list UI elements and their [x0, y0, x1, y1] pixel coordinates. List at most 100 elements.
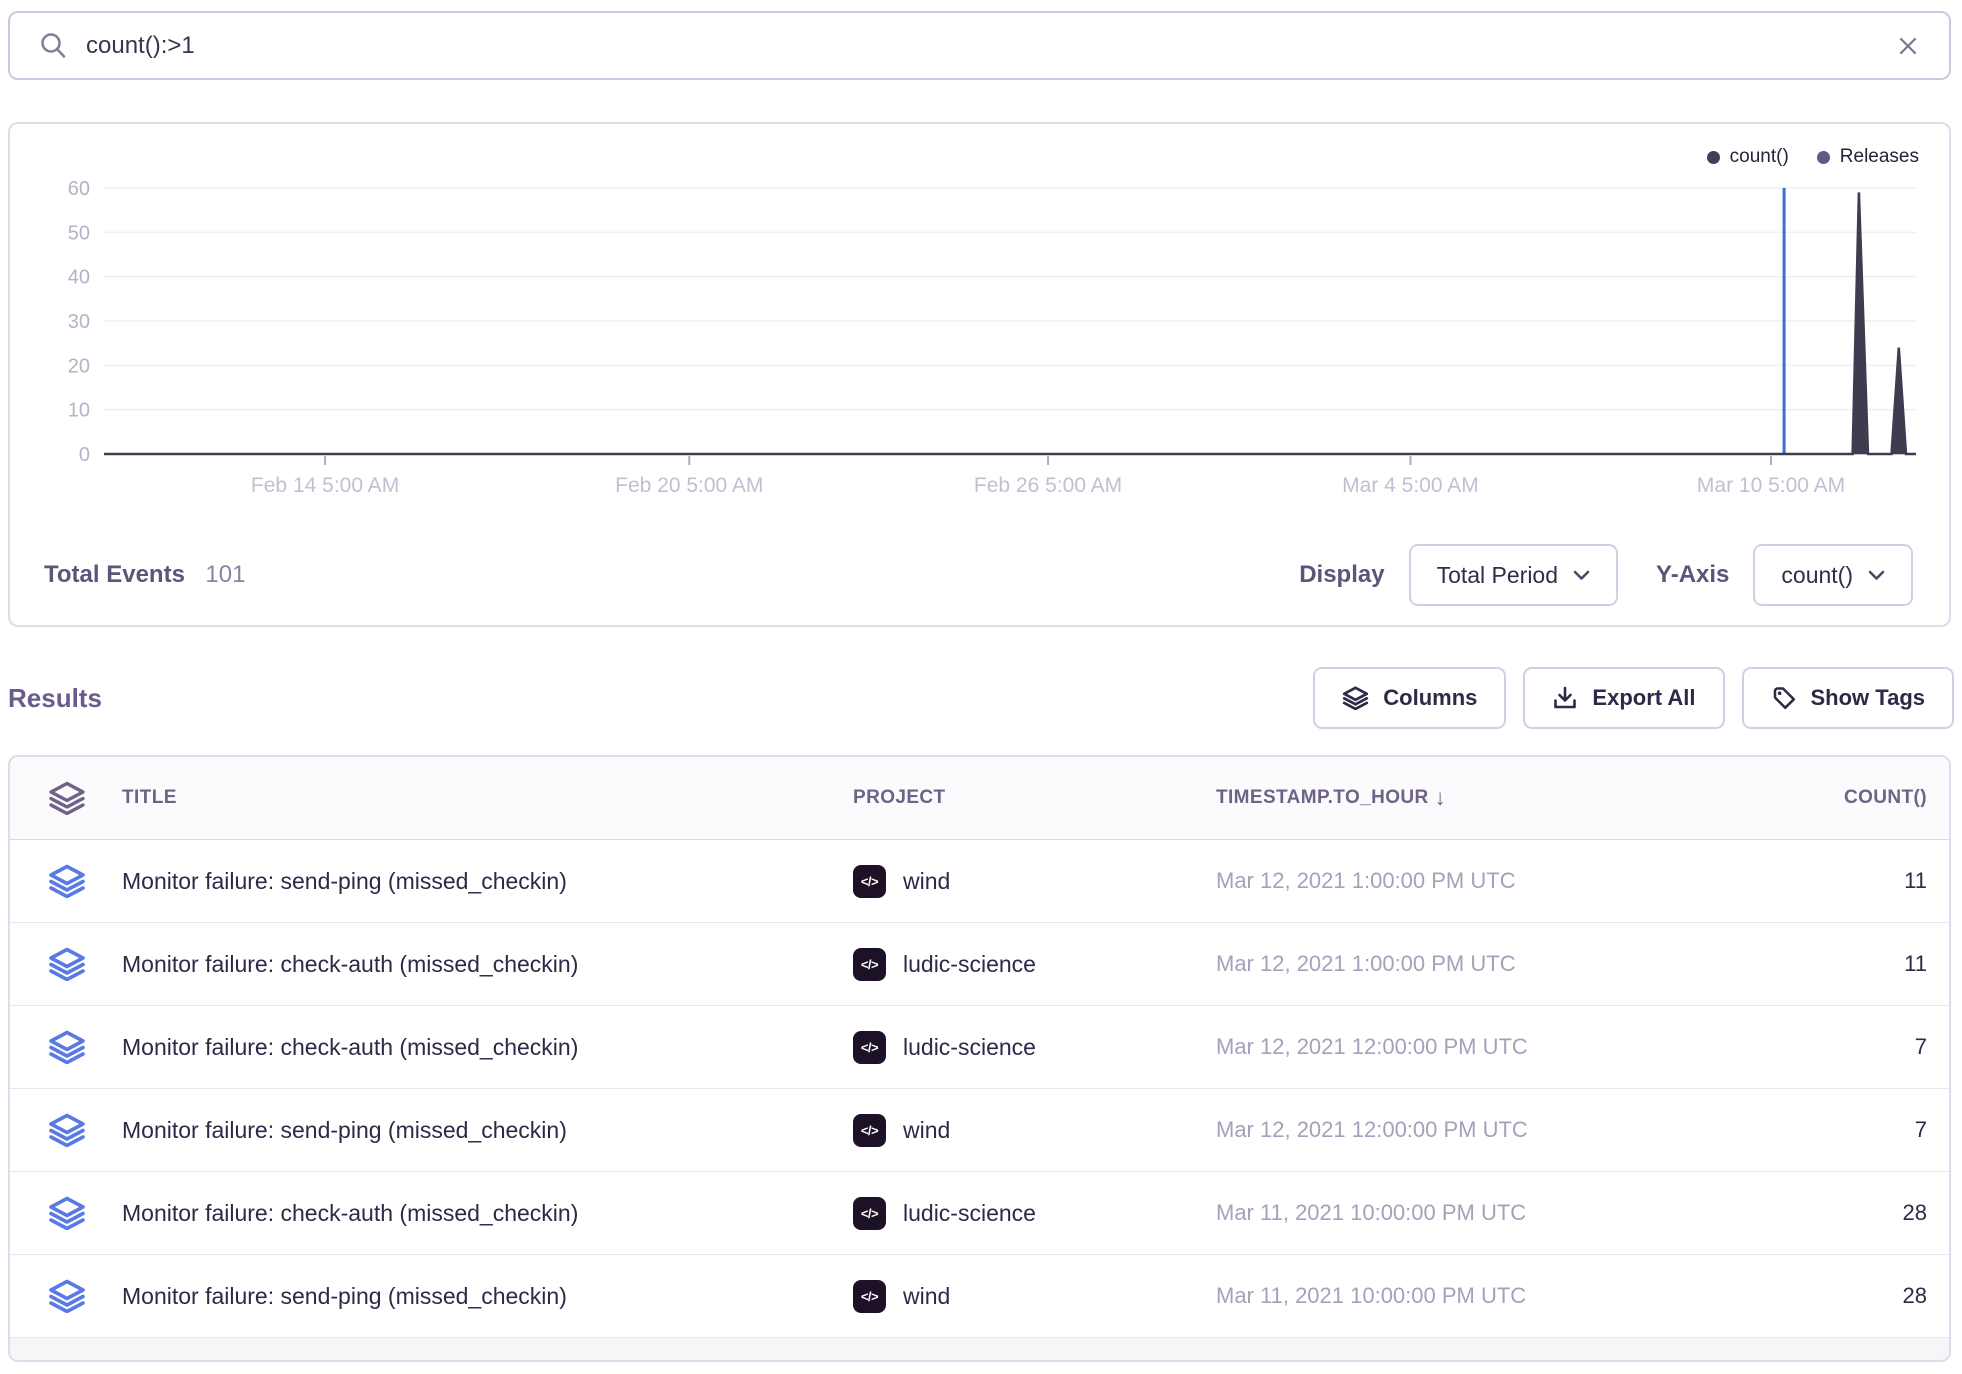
results-header-row: Results Columns Export All	[8, 666, 1954, 730]
legend-label: count()	[1730, 146, 1789, 168]
project-platform-icon: </>	[853, 948, 886, 981]
export-all-button-label: Export All	[1592, 685, 1695, 711]
project-cell: </> wind	[853, 1114, 1216, 1147]
results-table: TITLE PROJECT TIMESTAMP.TO_HOUR ↓ COUNT(…	[8, 755, 1951, 1362]
project-cell: </> ludic-science	[853, 1031, 1216, 1064]
project-cell: </> wind	[853, 865, 1216, 898]
svg-text:10: 10	[68, 400, 90, 422]
chart-panel: count() Releases 0 10 20 30 40 50 60 Feb 14 5:0…	[8, 122, 1951, 627]
results-heading: Results	[8, 683, 102, 714]
table-header: TITLE PROJECT TIMESTAMP.TO_HOUR ↓ COUNT(…	[10, 757, 1949, 840]
timestamp-value: Mar 12, 2021 1:00:00 PM UTC	[1216, 951, 1716, 977]
project-platform-icon: </>	[853, 1114, 886, 1147]
chart-footer: Total Events 101 Display Total Period Y-…	[10, 543, 1949, 607]
columns-button-label: Columns	[1383, 685, 1477, 711]
project-name: wind	[903, 868, 950, 895]
svg-text:50: 50	[68, 222, 90, 244]
total-events: Total Events 101	[44, 561, 245, 589]
column-header-timestamp[interactable]: TIMESTAMP.TO_HOUR ↓	[1216, 785, 1716, 811]
timestamp-value: Mar 11, 2021 10:00:00 PM UTC	[1216, 1283, 1716, 1309]
column-header-count[interactable]: COUNT()	[1844, 787, 1949, 809]
svg-text:Mar 4 5:00 AM: Mar 4 5:00 AM	[1342, 474, 1479, 497]
show-tags-button[interactable]: Show Tags	[1742, 667, 1955, 729]
table-row: Monitor failure: send-ping (missed_check…	[10, 1255, 1949, 1338]
show-tags-button-label: Show Tags	[1811, 685, 1926, 711]
search-bar[interactable]: count():>1	[8, 11, 1951, 80]
event-title-link[interactable]: Monitor failure: send-ping (missed_check…	[122, 868, 853, 895]
display-dropdown-value: Total Period	[1437, 562, 1558, 589]
stack-icon	[10, 781, 122, 815]
chart-legend: count() Releases	[1707, 146, 1919, 168]
count-legend-dot	[1707, 151, 1720, 164]
timestamp-value: Mar 12, 2021 12:00:00 PM UTC	[1216, 1034, 1716, 1060]
search-input[interactable]: count():>1	[86, 32, 1895, 60]
column-header-project[interactable]: PROJECT	[853, 787, 1216, 809]
table-row: Monitor failure: check-auth (missed_chec…	[10, 1172, 1949, 1255]
svg-text:Feb 20 5:00 AM: Feb 20 5:00 AM	[615, 474, 763, 497]
event-title-link[interactable]: Monitor failure: send-ping (missed_check…	[122, 1283, 853, 1310]
count-value: 28	[1903, 1283, 1949, 1309]
table-body: Monitor failure: send-ping (missed_check…	[10, 840, 1949, 1338]
table-row: Monitor failure: check-auth (missed_chec…	[10, 923, 1949, 1006]
svg-text:Mar 10 5:00 AM: Mar 10 5:00 AM	[1697, 474, 1845, 497]
column-header-title[interactable]: TITLE	[122, 787, 853, 809]
event-title-link[interactable]: Monitor failure: check-auth (missed_chec…	[122, 951, 853, 978]
clear-search-icon[interactable]	[1895, 33, 1921, 59]
count-value: 28	[1903, 1200, 1949, 1226]
svg-text:0: 0	[79, 444, 90, 466]
columns-button[interactable]: Columns	[1313, 667, 1506, 729]
search-icon	[38, 31, 68, 61]
table-row: Monitor failure: send-ping (missed_check…	[10, 1089, 1949, 1172]
project-cell: </> wind	[853, 1280, 1216, 1313]
stack-icon	[10, 947, 122, 981]
legend-item-count[interactable]: count()	[1707, 146, 1789, 168]
project-name: wind	[903, 1283, 950, 1310]
svg-text:60: 60	[68, 178, 90, 200]
project-cell: </> ludic-science	[853, 948, 1216, 981]
svg-text:Feb 26 5:00 AM: Feb 26 5:00 AM	[974, 474, 1122, 497]
display-label: Display	[1299, 561, 1384, 589]
download-icon	[1552, 685, 1578, 711]
project-platform-icon: </>	[853, 1197, 886, 1230]
total-events-label: Total Events	[44, 561, 185, 588]
svg-text:30: 30	[68, 311, 90, 333]
count-value: 7	[1915, 1117, 1949, 1143]
event-title-link[interactable]: Monitor failure: check-auth (missed_chec…	[122, 1034, 853, 1061]
export-all-button[interactable]: Export All	[1523, 667, 1724, 729]
project-cell: </> ludic-science	[853, 1197, 1216, 1230]
legend-item-releases[interactable]: Releases	[1817, 146, 1919, 168]
stack-icon	[10, 864, 122, 898]
timestamp-value: Mar 12, 2021 12:00:00 PM UTC	[1216, 1117, 1716, 1143]
discover-page: count():>1 count() Releases 0 10 20 30 40 50 6…	[0, 0, 1962, 1374]
yaxis-dropdown-value: count()	[1781, 562, 1853, 589]
chevron-down-icon	[1868, 570, 1885, 581]
svg-text:Feb 14 5:00 AM: Feb 14 5:00 AM	[251, 474, 399, 497]
project-name: ludic-science	[903, 1034, 1036, 1061]
event-title-link[interactable]: Monitor failure: check-auth (missed_chec…	[122, 1200, 853, 1227]
svg-text:40: 40	[68, 267, 90, 289]
yaxis-dropdown[interactable]: count()	[1753, 544, 1913, 606]
event-title-link[interactable]: Monitor failure: send-ping (missed_check…	[122, 1117, 853, 1144]
project-platform-icon: </>	[853, 1031, 886, 1064]
total-events-value: 101	[205, 561, 245, 588]
releases-legend-dot	[1817, 151, 1830, 164]
timestamp-value: Mar 12, 2021 1:00:00 PM UTC	[1216, 868, 1716, 894]
display-dropdown[interactable]: Total Period	[1409, 544, 1618, 606]
table-row: Monitor failure: send-ping (missed_check…	[10, 840, 1949, 923]
events-over-time-chart: 0 10 20 30 40 50 60 Feb 14 5:00 AM Feb 20 5:00 A…	[10, 124, 1949, 524]
project-platform-icon: </>	[853, 1280, 886, 1313]
stack-icon	[10, 1196, 122, 1230]
table-row: Monitor failure: check-auth (missed_chec…	[10, 1006, 1949, 1089]
stack-icon	[10, 1279, 122, 1313]
sort-desc-arrow-icon: ↓	[1435, 785, 1446, 811]
stack-icon	[10, 1113, 122, 1147]
timestamp-value: Mar 11, 2021 10:00:00 PM UTC	[1216, 1200, 1716, 1226]
project-name: wind	[903, 1117, 950, 1144]
legend-label: Releases	[1840, 146, 1919, 168]
yaxis-label: Y-Axis	[1656, 561, 1729, 589]
tag-icon	[1771, 685, 1797, 711]
project-name: ludic-science	[903, 1200, 1036, 1227]
count-value: 7	[1915, 1034, 1949, 1060]
chevron-down-icon	[1573, 570, 1590, 581]
svg-text:20: 20	[68, 355, 90, 377]
